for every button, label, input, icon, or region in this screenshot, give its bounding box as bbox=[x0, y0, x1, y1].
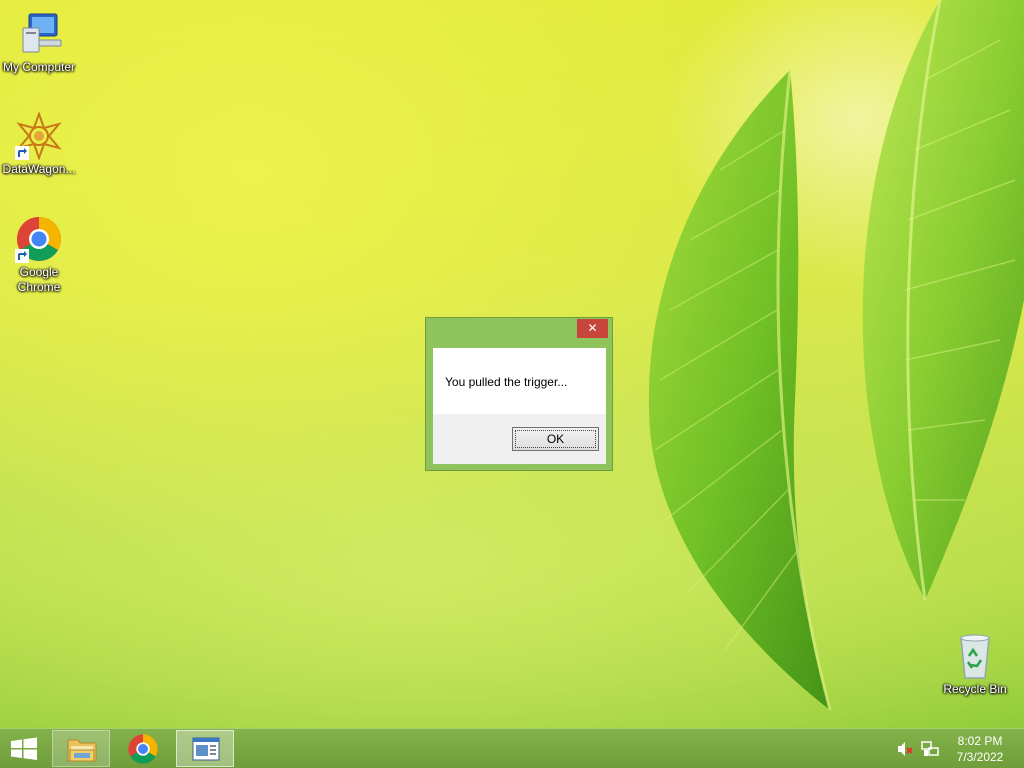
desktop-icon-label: Recycle Bin bbox=[943, 682, 1007, 696]
clock-date: 7/3/2022 bbox=[956, 750, 1004, 764]
datawagon-icon bbox=[15, 111, 63, 161]
desktop-icon-label: My Computer bbox=[2, 60, 76, 74]
system-clock[interactable]: 8:02 PM 7/3/2022 bbox=[946, 733, 1014, 765]
start-button[interactable] bbox=[0, 729, 48, 768]
chrome-icon bbox=[128, 734, 158, 764]
taskbar-google-chrome[interactable] bbox=[114, 730, 172, 767]
volume-muted-icon[interactable] bbox=[896, 740, 914, 758]
window-icon bbox=[192, 737, 220, 761]
clock-time: 8:02 PM bbox=[957, 734, 1003, 748]
dialog-body: You pulled the trigger... OK bbox=[433, 348, 606, 464]
taskbar: 8:02 PM 7/3/2022 bbox=[0, 728, 1024, 768]
desktop-icon-datawagon[interactable]: DataWagon... bbox=[1, 111, 77, 177]
close-button[interactable]: ✕ bbox=[577, 319, 608, 338]
recycle-bin-icon bbox=[951, 632, 999, 680]
dialog-message: You pulled the trigger... bbox=[445, 375, 568, 389]
shortcut-arrow-icon bbox=[15, 146, 29, 160]
taskbar-active-app[interactable] bbox=[176, 730, 234, 767]
network-icon[interactable] bbox=[921, 740, 939, 758]
shortcut-arrow-icon bbox=[15, 249, 29, 263]
dialog-content: You pulled the trigger... bbox=[433, 348, 606, 414]
desktop-icon-label: DataWagon... bbox=[2, 162, 76, 176]
ok-button[interactable]: OK bbox=[512, 427, 599, 451]
desktop-icon-recycle-bin[interactable]: Recycle Bin bbox=[937, 632, 1013, 697]
desktop-icon-label: Google Chrome bbox=[17, 265, 61, 294]
close-icon: ✕ bbox=[587, 321, 598, 335]
desktop: My Computer DataWagon... Google Chrome R… bbox=[0, 0, 1024, 768]
windows-logo-icon bbox=[11, 737, 37, 760]
desktop-icon-my-computer[interactable]: My Computer bbox=[1, 10, 77, 75]
message-dialog: ✕ You pulled the trigger... OK bbox=[425, 317, 613, 471]
taskbar-file-explorer[interactable] bbox=[52, 730, 110, 767]
folder-icon bbox=[67, 739, 97, 762]
desktop-icon-google-chrome[interactable]: Google Chrome bbox=[1, 215, 77, 295]
computer-icon bbox=[15, 10, 63, 58]
chrome-icon bbox=[15, 215, 63, 263]
